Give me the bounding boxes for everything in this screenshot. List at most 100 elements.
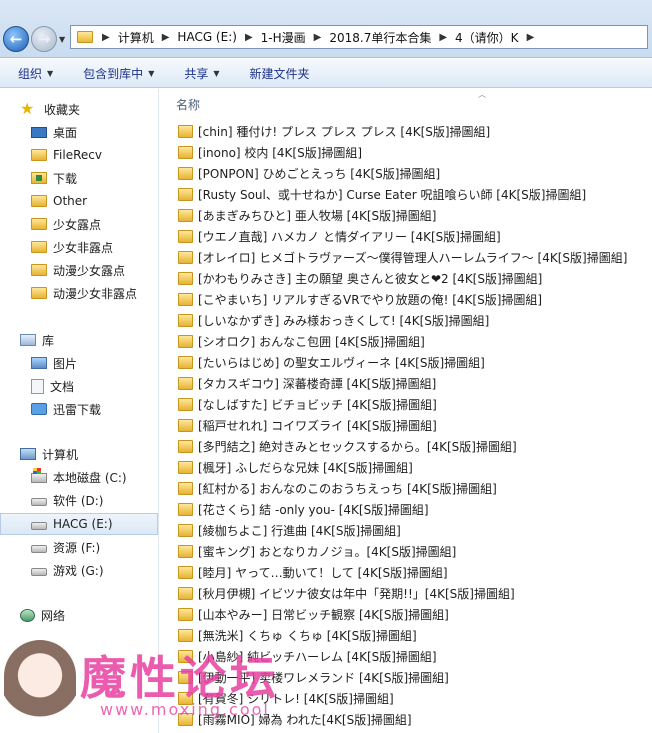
breadcrumb-item[interactable]: 4（请你）K — [452, 29, 522, 46]
file-row[interactable]: [秋月伊槻] イビツナ彼女は年中「発期!!」[4K[S版]掃圖組] — [178, 583, 515, 604]
file-row[interactable]: [小島紗] 純ビッチハーレム [4K[S版]掃圖組] — [178, 646, 437, 667]
nav-pictures[interactable]: 图片 — [0, 352, 158, 374]
chevron-right-icon[interactable]: ▶ — [309, 32, 327, 43]
chevron-right-icon[interactable]: ▶ — [97, 32, 115, 43]
nav-thunder[interactable]: 迅雷下载 — [0, 398, 158, 420]
file-row[interactable]: [睦月] ヤって…動いて！して [4K[S版]掃圖組] — [178, 562, 448, 583]
forward-button[interactable]: → — [31, 26, 57, 52]
file-row[interactable]: [かわもりみさき] 主の願望 奥さんと彼女と❤2 [4K[S版]掃圖組] — [178, 268, 542, 289]
nav-fav-1[interactable]: 少女露点 — [0, 213, 158, 235]
file-row[interactable]: [なしばすた] ビチョビッチ [4K[S版]掃圖組] — [178, 394, 437, 415]
file-row[interactable]: [あまぎみちひと] 亜人牧場 [4K[S版]掃圖組] — [178, 205, 436, 226]
file-row[interactable]: [PONPON] ひめごとえっち [4K[S版]掃圖組] — [178, 163, 440, 184]
file-name: [無洗米] くちゅ くちゅ [4K[S版]掃圖組] — [198, 629, 417, 643]
nav-drive-e[interactable]: HACG (E:) — [0, 513, 158, 535]
chevron-right-icon[interactable]: ▶ — [240, 32, 258, 43]
nav-desktop[interactable]: 桌面 — [0, 121, 158, 143]
nav-documents[interactable]: 文档 — [0, 375, 158, 397]
nav-drive-f[interactable]: 资源 (F:) — [0, 536, 158, 558]
include-library-button[interactable]: 包含到库中 ▼ — [65, 65, 166, 82]
folder-icon — [178, 335, 193, 348]
navigation-pane: ★ 收藏夹 桌面 FileRecv 下载 Other 少女露点 少女非露点 动漫少… — [0, 89, 159, 733]
chevron-right-icon[interactable]: ▶ — [522, 32, 540, 43]
file-name: [雨霧MIO] 婦為 われた[4K[S版]掃圖組] — [198, 713, 412, 727]
nav-library[interactable]: 库 — [0, 329, 158, 351]
file-row[interactable]: [Rusty Soul、或十せねか] Curse Eater 呪詛喰らい師 [4… — [178, 184, 586, 205]
nav-label: 收藏夹 — [44, 102, 81, 117]
breadcrumb[interactable]: ▶ 计算机 ▶ HACG (E:) ▶ 1-H漫画 ▶ 2018.7单行本合集 … — [70, 25, 648, 49]
file-row[interactable]: [綾枷ちよこ] 行進曲 [4K[S版]掃圖組] — [178, 520, 401, 541]
file-row[interactable]: [inono] 校内 [4K[S版]掃圖組] — [178, 142, 362, 163]
nav-network[interactable]: 网络 — [0, 604, 158, 626]
nav-fav-2[interactable]: 少女非露点 — [0, 236, 158, 258]
sort-up-icon: ︿ — [478, 90, 486, 99]
file-name: [伊動一平] 卖楼ワレメランド [4K[S版]掃圖組] — [198, 671, 449, 685]
breadcrumb-item[interactable]: 1-H漫画 — [258, 29, 309, 46]
folder-icon — [178, 503, 193, 516]
drive-icon — [31, 497, 47, 506]
folder-icon — [178, 251, 193, 264]
file-row[interactable]: [ウエノ直哉] ハメカノ と情ダイアリー [4K[S版]掃圖組] — [178, 226, 501, 247]
folder-icon — [178, 524, 193, 537]
document-icon — [31, 378, 44, 394]
chevron-right-icon[interactable]: ▶ — [157, 32, 175, 43]
nav-fav-3[interactable]: 动漫少女露点 — [0, 259, 158, 281]
file-row[interactable]: [しいなかずき] みみ様おっきくして! [4K[S版]掃圖組] — [178, 310, 489, 331]
file-name: [秋月伊槻] イビツナ彼女は年中「発期!!」[4K[S版]掃圖組] — [198, 587, 515, 601]
file-row[interactable]: [こやまいち] リアルすぎるVRでやり放題の俺! [4K[S版]掃圖組] — [178, 289, 542, 310]
nav-label: 动漫少女非露点 — [53, 286, 138, 301]
file-row[interactable]: [紅村かる] おんなのこのおうちえっち [4K[S版]掃圖組] — [178, 478, 497, 499]
nav-downloads[interactable]: 下载 — [0, 167, 158, 189]
file-row[interactable]: [花さくら] 結 -only you- [4K[S版]掃圖組] — [178, 499, 429, 520]
nav-favorites[interactable]: ★ 收藏夹 — [0, 98, 158, 120]
column-header-name[interactable]: 名称 — [176, 96, 200, 113]
nav-computer[interactable]: 计算机 — [0, 443, 158, 465]
file-row[interactable]: [無洗米] くちゅ くちゅ [4K[S版]掃圖組] — [178, 625, 417, 646]
nav-drive-d[interactable]: 软件 (D:) — [0, 489, 158, 511]
back-button[interactable]: ← — [3, 26, 29, 52]
folder-icon — [178, 608, 193, 621]
chevron-right-icon[interactable]: ▶ — [434, 32, 452, 43]
system-drive-icon — [31, 468, 47, 483]
file-row[interactable]: [chin] 種付け! プレス プレス プレス [4K[S版]掃圖組] — [178, 121, 490, 142]
folder-icon — [178, 482, 193, 495]
breadcrumb-item[interactable]: 2018.7单行本合集 — [326, 29, 434, 46]
new-folder-button[interactable]: 新建文件夹 — [232, 65, 322, 82]
nav-label: 少女非露点 — [53, 240, 114, 255]
file-row[interactable]: [伊動一平] 卖楼ワレメランド [4K[S版]掃圖組] — [178, 667, 449, 688]
nav-label: 游戏 (G:) — [53, 563, 104, 578]
nav-fav-4[interactable]: 动漫少女非露点 — [0, 282, 158, 304]
file-row[interactable]: [楓牙] ふしだらな兄妹 [4K[S版]掃圖組] — [178, 457, 413, 478]
breadcrumb-item[interactable]: 计算机 — [115, 29, 157, 46]
arrow-right-icon: → — [37, 30, 51, 48]
arrow-left-icon: ← — [9, 30, 23, 48]
nav-drive-g[interactable]: 游戏 (G:) — [0, 559, 158, 581]
drive-icon — [31, 544, 47, 553]
file-row[interactable]: [山本やみー] 日常ビッチ観察 [4K[S版]掃圖組] — [178, 604, 449, 625]
file-row[interactable]: [シオロク] おんなこ包囲 [4K[S版]掃圖組] — [178, 331, 425, 352]
file-row[interactable]: [雨霧MIO] 婦為 われた[4K[S版]掃圖組] — [178, 709, 412, 730]
share-button[interactable]: 共享 ▼ — [166, 65, 231, 82]
file-name: [かわもりみさき] 主の願望 奥さんと彼女と❤2 [4K[S版]掃圖組] — [198, 272, 543, 286]
folder-icon — [178, 692, 193, 705]
file-row[interactable]: [多門結之] 絶対きみとセックスするから。[4K[S版]掃圖組] — [178, 436, 517, 457]
nav-filerecv[interactable]: FileRecv — [0, 144, 158, 166]
file-row[interactable]: [タカスギコウ] 深蕃楼奇譚 [4K[S版]掃圖組] — [178, 373, 436, 394]
file-name: [Rusty Soul、或十せねか] Curse Eater 呪詛喰らい師 [4… — [198, 188, 587, 202]
nav-label: 动漫少女露点 — [53, 263, 126, 278]
recent-pages-dropdown[interactable]: ▼ — [59, 35, 65, 44]
nav-other[interactable]: Other — [0, 190, 158, 212]
breadcrumb-item[interactable]: HACG (E:) — [174, 30, 240, 44]
folder-icon — [31, 195, 47, 207]
file-row[interactable]: [オレイロ] ヒメゴトラヴァーズ～僕得管理人ハーレムライフ～ [4K[S版]掃圖… — [178, 247, 627, 268]
folder-icon — [178, 587, 193, 600]
file-row[interactable]: [稲戸せれれ] コイワズライ [4K[S版]掃圖組] — [178, 415, 437, 436]
file-row[interactable]: [蜜キング] おとなりカノジョ。[4K[S版]掃圖組] — [178, 541, 456, 562]
organize-button[interactable]: 组织 ▼ — [0, 65, 65, 82]
nav-label: 资源 (F:) — [53, 540, 101, 555]
file-row[interactable]: [有賀冬] シリトレ! [4K[S版]掃圖組] — [178, 688, 394, 709]
desktop-icon — [31, 126, 47, 138]
nav-drive-c[interactable]: 本地磁盘 (C:) — [0, 466, 158, 488]
file-name: [睦月] ヤって…動いて！して [4K[S版]掃圖組] — [198, 566, 448, 580]
file-row[interactable]: [たいらはじめ] の聖女エルヴィーネ [4K[S版]掃圖組] — [178, 352, 485, 373]
